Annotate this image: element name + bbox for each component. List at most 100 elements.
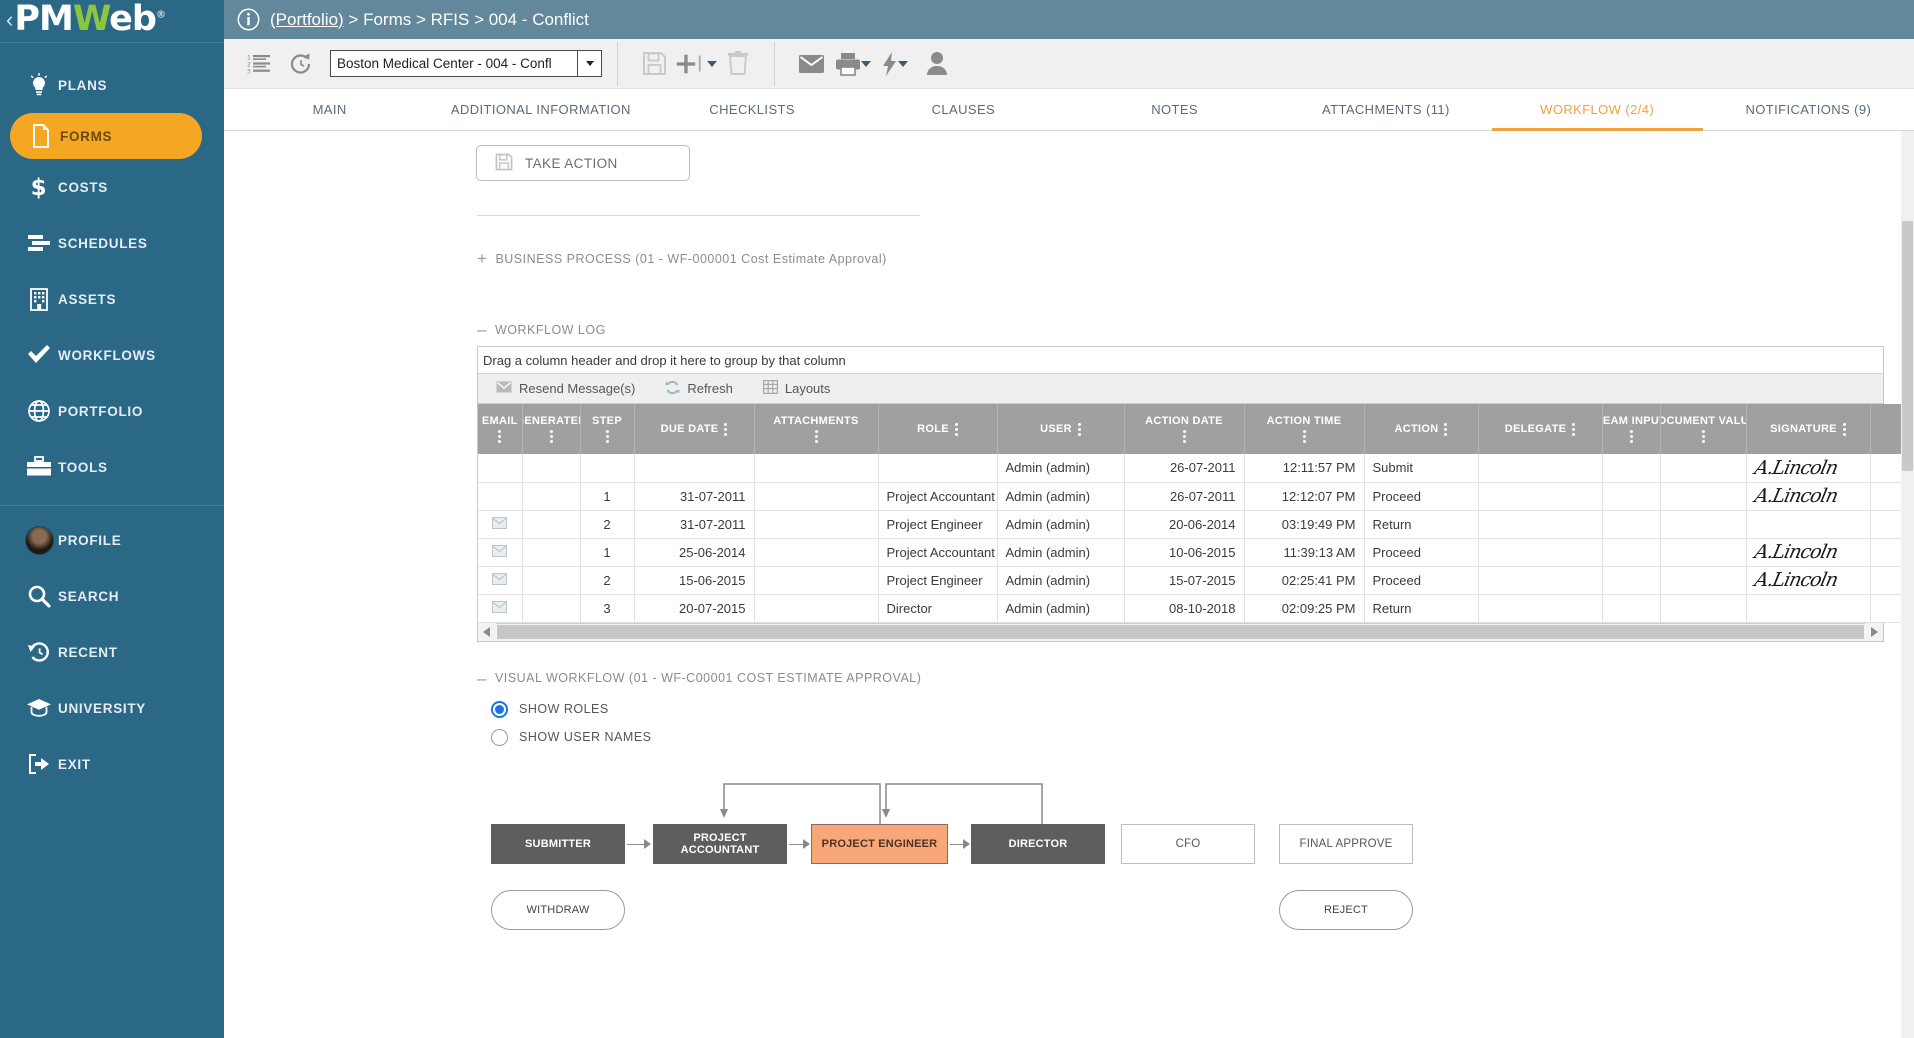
collapse-minus-icon[interactable]: – bbox=[477, 670, 487, 687]
column-menu-icon[interactable] bbox=[606, 430, 609, 443]
column-menu-icon[interactable] bbox=[1078, 423, 1081, 436]
column-header-action_date[interactable]: ACTION DATE bbox=[1124, 404, 1244, 454]
tab-notifications[interactable]: NOTIFICATIONS (9) bbox=[1703, 89, 1914, 130]
tab-clauses[interactable]: CLAUSES bbox=[858, 89, 1069, 130]
table-row[interactable]: 231-07-2011Project EngineerAdmin (admin)… bbox=[478, 510, 1914, 538]
project-select[interactable]: Boston Medical Center - 004 - Confl bbox=[330, 50, 602, 77]
table-row[interactable]: 320-07-2015DirectorAdmin (admin)08-10-20… bbox=[478, 594, 1914, 622]
tab-checklists[interactable]: CHECKLISTS bbox=[647, 89, 858, 130]
sidebar-item-costs[interactable]: $ COSTS bbox=[0, 159, 224, 215]
grid-horizontal-scrollbar[interactable] bbox=[478, 623, 1883, 641]
envelope-icon[interactable] bbox=[492, 545, 507, 560]
radio-button-selected[interactable] bbox=[491, 701, 508, 718]
delete-button[interactable] bbox=[717, 44, 759, 84]
workflow-log-section-header[interactable]: – WORKFLOW LOG bbox=[477, 321, 1884, 338]
column-menu-icon[interactable] bbox=[1303, 430, 1306, 443]
reject-button[interactable]: REJECT bbox=[1279, 890, 1413, 930]
column-header-action_time[interactable]: ACTION TIME bbox=[1244, 404, 1364, 454]
add-dropdown-caret-icon[interactable] bbox=[707, 61, 717, 67]
scrollbar-thumb[interactable] bbox=[1902, 221, 1913, 471]
column-header-step[interactable]: STEP bbox=[580, 404, 634, 454]
numbered-list-icon[interactable]: 123 bbox=[238, 44, 280, 84]
workflow-node-director[interactable]: DIRECTOR bbox=[971, 824, 1105, 864]
sidebar-collapse-icon[interactable]: ‹ bbox=[6, 9, 13, 31]
email-button[interactable] bbox=[790, 44, 832, 84]
sidebar-item-tools[interactable]: TOOLS bbox=[0, 439, 224, 495]
radio-button-unselected[interactable] bbox=[491, 729, 508, 746]
column-header-delegate[interactable]: DELEGATE bbox=[1478, 404, 1602, 454]
breadcrumb-forms[interactable]: Forms bbox=[363, 10, 411, 30]
column-header-email[interactable]: EMAIL bbox=[478, 404, 522, 454]
column-header-user[interactable]: USER bbox=[997, 404, 1124, 454]
sidebar-item-workflows[interactable]: WORKFLOWS bbox=[0, 327, 224, 383]
visual-workflow-section-header[interactable]: – VISUAL WORKFLOW (01 - WF-C00001 COST E… bbox=[477, 670, 1884, 687]
column-menu-icon[interactable] bbox=[1630, 430, 1633, 443]
table-row[interactable]: 125-06-2014Project AccountantAdmin (admi… bbox=[478, 538, 1914, 566]
sidebar-item-exit[interactable]: EXIT bbox=[0, 736, 224, 792]
tab-notes[interactable]: NOTES bbox=[1069, 89, 1280, 130]
workflow-node-project-accountant[interactable]: PROJECT ACCOUNTANT bbox=[653, 824, 787, 864]
tab-additional-info[interactable]: ADDITIONAL INFORMATION bbox=[435, 89, 646, 130]
actions-button[interactable] bbox=[874, 44, 916, 84]
column-menu-icon[interactable] bbox=[550, 430, 553, 443]
sidebar-item-plans[interactable]: PLANS bbox=[0, 57, 224, 113]
collapse-minus-icon[interactable]: – bbox=[477, 321, 487, 338]
history-revert-icon[interactable] bbox=[280, 44, 322, 84]
layouts-button[interactable]: Layouts bbox=[763, 380, 831, 397]
workflow-node-project-engineer[interactable]: PROJECT ENGINEER bbox=[811, 824, 948, 864]
radio-show-roles[interactable]: SHOW ROLES bbox=[491, 701, 1884, 718]
envelope-icon[interactable] bbox=[492, 517, 507, 532]
scrollbar-thumb[interactable] bbox=[497, 625, 1864, 639]
sidebar-item-assets[interactable]: ASSETS bbox=[0, 271, 224, 327]
column-header-attachments[interactable]: ATTACHMENTS bbox=[754, 404, 878, 454]
app-logo[interactable]: ‹ PMWeb® bbox=[0, 0, 224, 39]
resend-messages-button[interactable]: Resend Message(s) bbox=[496, 381, 635, 396]
column-menu-icon[interactable] bbox=[1572, 423, 1575, 436]
save-button[interactable] bbox=[633, 44, 675, 84]
chevron-down-icon[interactable] bbox=[577, 51, 601, 76]
sidebar-item-schedules[interactable]: SCHEDULES bbox=[0, 215, 224, 271]
expand-plus-icon[interactable]: + bbox=[477, 250, 487, 267]
withdraw-button[interactable]: WITHDRAW bbox=[491, 890, 625, 930]
tab-attachments[interactable]: ATTACHMENTS (11) bbox=[1280, 89, 1491, 130]
column-menu-icon[interactable] bbox=[1183, 430, 1186, 443]
refresh-button[interactable]: Refresh bbox=[665, 380, 733, 398]
workflow-node-submitter[interactable]: SUBMITTER bbox=[491, 824, 625, 864]
column-header-doc_value[interactable]: DOCUMENT VALUE bbox=[1660, 404, 1746, 454]
print-button[interactable] bbox=[832, 44, 874, 84]
column-menu-icon[interactable] bbox=[724, 423, 727, 436]
tab-main[interactable]: MAIN bbox=[224, 89, 435, 130]
column-menu-icon[interactable] bbox=[1843, 423, 1846, 436]
sidebar-item-recent[interactable]: RECENT bbox=[0, 624, 224, 680]
print-dropdown-caret-icon[interactable] bbox=[861, 61, 871, 67]
workflow-node-cfo[interactable]: CFO bbox=[1121, 824, 1255, 864]
sidebar-item-university[interactable]: UNIVERSITY bbox=[0, 680, 224, 736]
column-menu-icon[interactable] bbox=[815, 430, 818, 443]
sidebar-item-profile[interactable]: PROFILE bbox=[0, 512, 224, 568]
column-header-due_date[interactable]: DUE DATE bbox=[634, 404, 754, 454]
column-header-team_input[interactable]: TEAM INPUT bbox=[1602, 404, 1660, 454]
group-by-dropzone[interactable]: Drag a column header and drop it here to… bbox=[478, 347, 1883, 374]
workflow-node-final-approve[interactable]: FINAL APPROVE bbox=[1279, 824, 1413, 864]
page-vertical-scrollbar[interactable] bbox=[1901, 131, 1914, 1038]
table-row[interactable]: 215-06-2015Project EngineerAdmin (admin)… bbox=[478, 566, 1914, 594]
column-menu-icon[interactable] bbox=[1702, 430, 1705, 443]
actions-dropdown-caret-icon[interactable] bbox=[898, 61, 908, 67]
user-button[interactable] bbox=[916, 44, 958, 84]
breadcrumb-rfis[interactable]: RFIS bbox=[431, 10, 470, 30]
add-button[interactable] bbox=[675, 44, 717, 84]
scroll-right-arrow-icon[interactable] bbox=[1865, 623, 1883, 641]
sidebar-item-forms[interactable]: FORMS bbox=[10, 113, 202, 159]
column-header-signature[interactable]: SIGNATURE bbox=[1746, 404, 1870, 454]
column-menu-icon[interactable] bbox=[498, 430, 501, 443]
breadcrumb-portfolio[interactable]: (Portfolio) bbox=[270, 10, 344, 30]
radio-show-user-names[interactable]: SHOW USER NAMES bbox=[491, 729, 1884, 746]
column-header-generated[interactable]: GENERATED bbox=[522, 404, 580, 454]
sidebar-item-portfolio[interactable]: PORTFOLIO bbox=[0, 383, 224, 439]
envelope-icon[interactable] bbox=[492, 601, 507, 616]
column-menu-icon[interactable] bbox=[1444, 423, 1447, 436]
table-row[interactable]: Admin (admin)26-07-201112:11:57 PMSubmit… bbox=[478, 454, 1914, 482]
envelope-icon[interactable] bbox=[492, 573, 507, 588]
take-action-button[interactable]: TAKE ACTION bbox=[476, 145, 690, 181]
table-row[interactable]: 131-07-2011Project AccountantAdmin (admi… bbox=[478, 482, 1914, 510]
